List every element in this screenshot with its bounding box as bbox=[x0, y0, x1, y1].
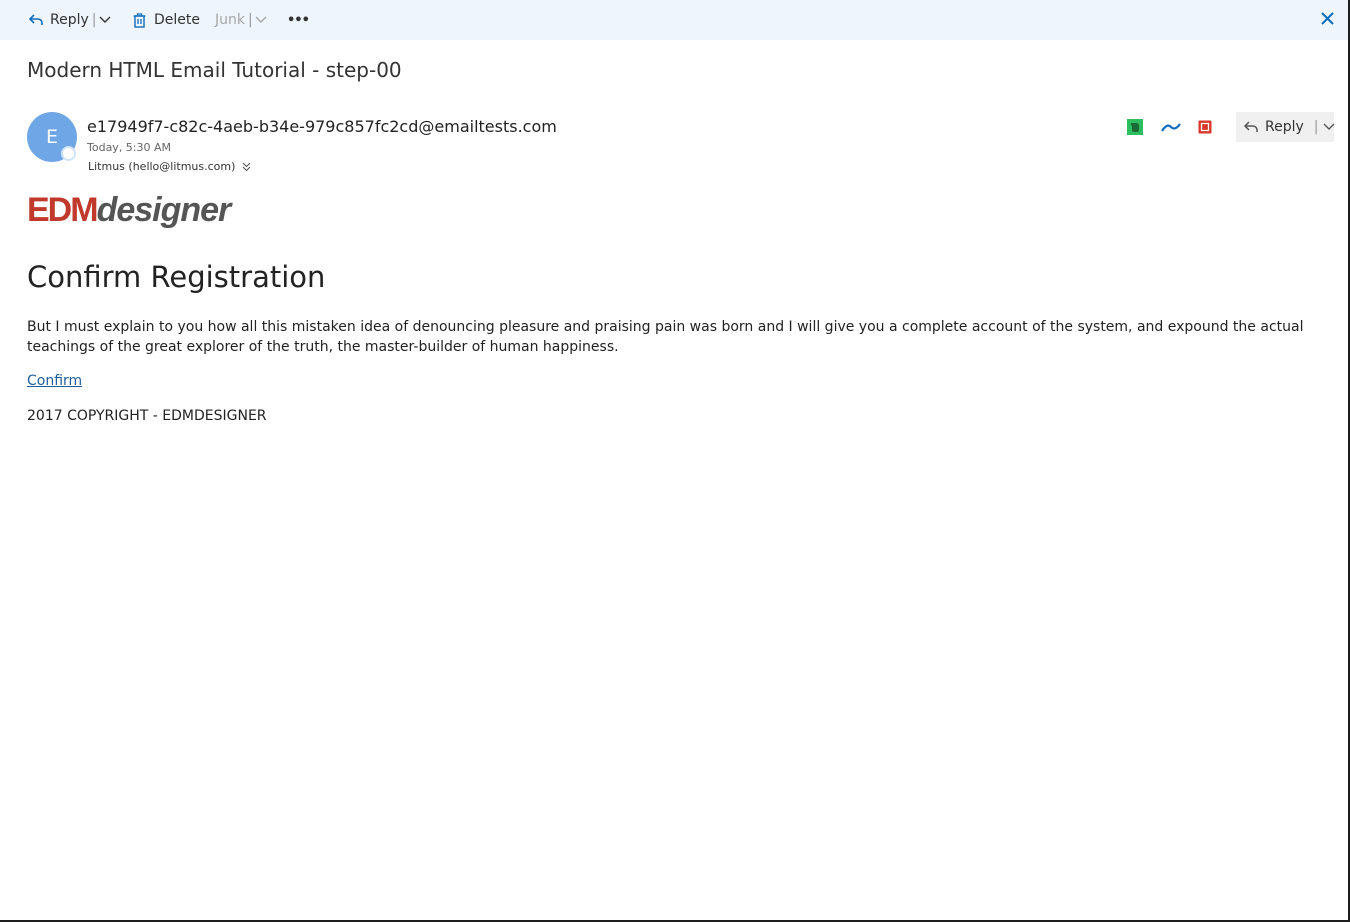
sent-timestamp: Today, 5:30 AM bbox=[87, 141, 172, 154]
reply-button[interactable]: Reply | bbox=[1236, 112, 1334, 142]
reply-button-divider: | bbox=[1313, 119, 1319, 135]
more-actions-button[interactable]: ••• bbox=[287, 0, 310, 40]
chevron-down-icon[interactable] bbox=[1323, 123, 1335, 131]
chevron-down-icon[interactable] bbox=[99, 16, 111, 24]
avatar-initial: E bbox=[45, 126, 58, 148]
junk-command-label: Junk bbox=[215, 12, 245, 28]
email-paragraph: But I must explain to you how all this m… bbox=[27, 319, 1304, 355]
junk-command-button[interactable]: Junk | bbox=[215, 0, 267, 40]
trash-icon bbox=[133, 12, 146, 28]
reply-command-button[interactable]: Reply | bbox=[28, 0, 111, 40]
red-addin-icon[interactable] bbox=[1197, 119, 1213, 135]
confirm-link[interactable]: Confirm bbox=[27, 373, 82, 389]
copyright-text: 2017 COPYRIGHT - EDMDESIGNER bbox=[27, 408, 267, 424]
reply-command-label: Reply bbox=[50, 12, 89, 28]
message-subject: Modern HTML Email Tutorial - step-00 bbox=[27, 58, 402, 82]
junk-command-divider: | bbox=[247, 12, 253, 28]
double-chevron-down-icon[interactable] bbox=[242, 162, 251, 172]
sender-email[interactable]: e17949f7-c82c-4aeb-b34e-979c857fc2cd@ema… bbox=[87, 117, 557, 136]
chevron-down-icon[interactable] bbox=[255, 16, 267, 24]
close-icon bbox=[1321, 11, 1334, 29]
reply-button-label: Reply bbox=[1265, 119, 1304, 135]
reply-arrow-icon bbox=[1243, 120, 1259, 134]
evernote-addin-icon[interactable] bbox=[1127, 119, 1143, 135]
logo-designer: designer bbox=[96, 191, 232, 229]
presence-status-icon bbox=[61, 146, 76, 161]
reply-command-divider: | bbox=[91, 12, 97, 28]
recipient-name[interactable]: Litmus (hello@litmus.com) bbox=[88, 160, 235, 173]
delete-command-button[interactable]: Delete bbox=[133, 0, 200, 40]
close-button[interactable] bbox=[1321, 0, 1334, 40]
edmdesigner-logo: EDMdesigner bbox=[27, 190, 232, 230]
ellipsis-icon: ••• bbox=[287, 12, 310, 28]
logo-edm: EDM bbox=[27, 191, 99, 229]
email-headline: Confirm Registration bbox=[27, 260, 326, 294]
recipient-line: Litmus (hello@litmus.com) bbox=[88, 160, 251, 173]
delete-command-label: Delete bbox=[154, 12, 200, 28]
wave-addin-icon[interactable] bbox=[1161, 119, 1181, 135]
email-reading-pane: Reply | Delete Junk | ••• Modern HTML Em… bbox=[0, 0, 1350, 922]
command-bar: Reply | Delete Junk | ••• bbox=[0, 0, 1348, 40]
reply-arrow-icon bbox=[28, 13, 44, 27]
